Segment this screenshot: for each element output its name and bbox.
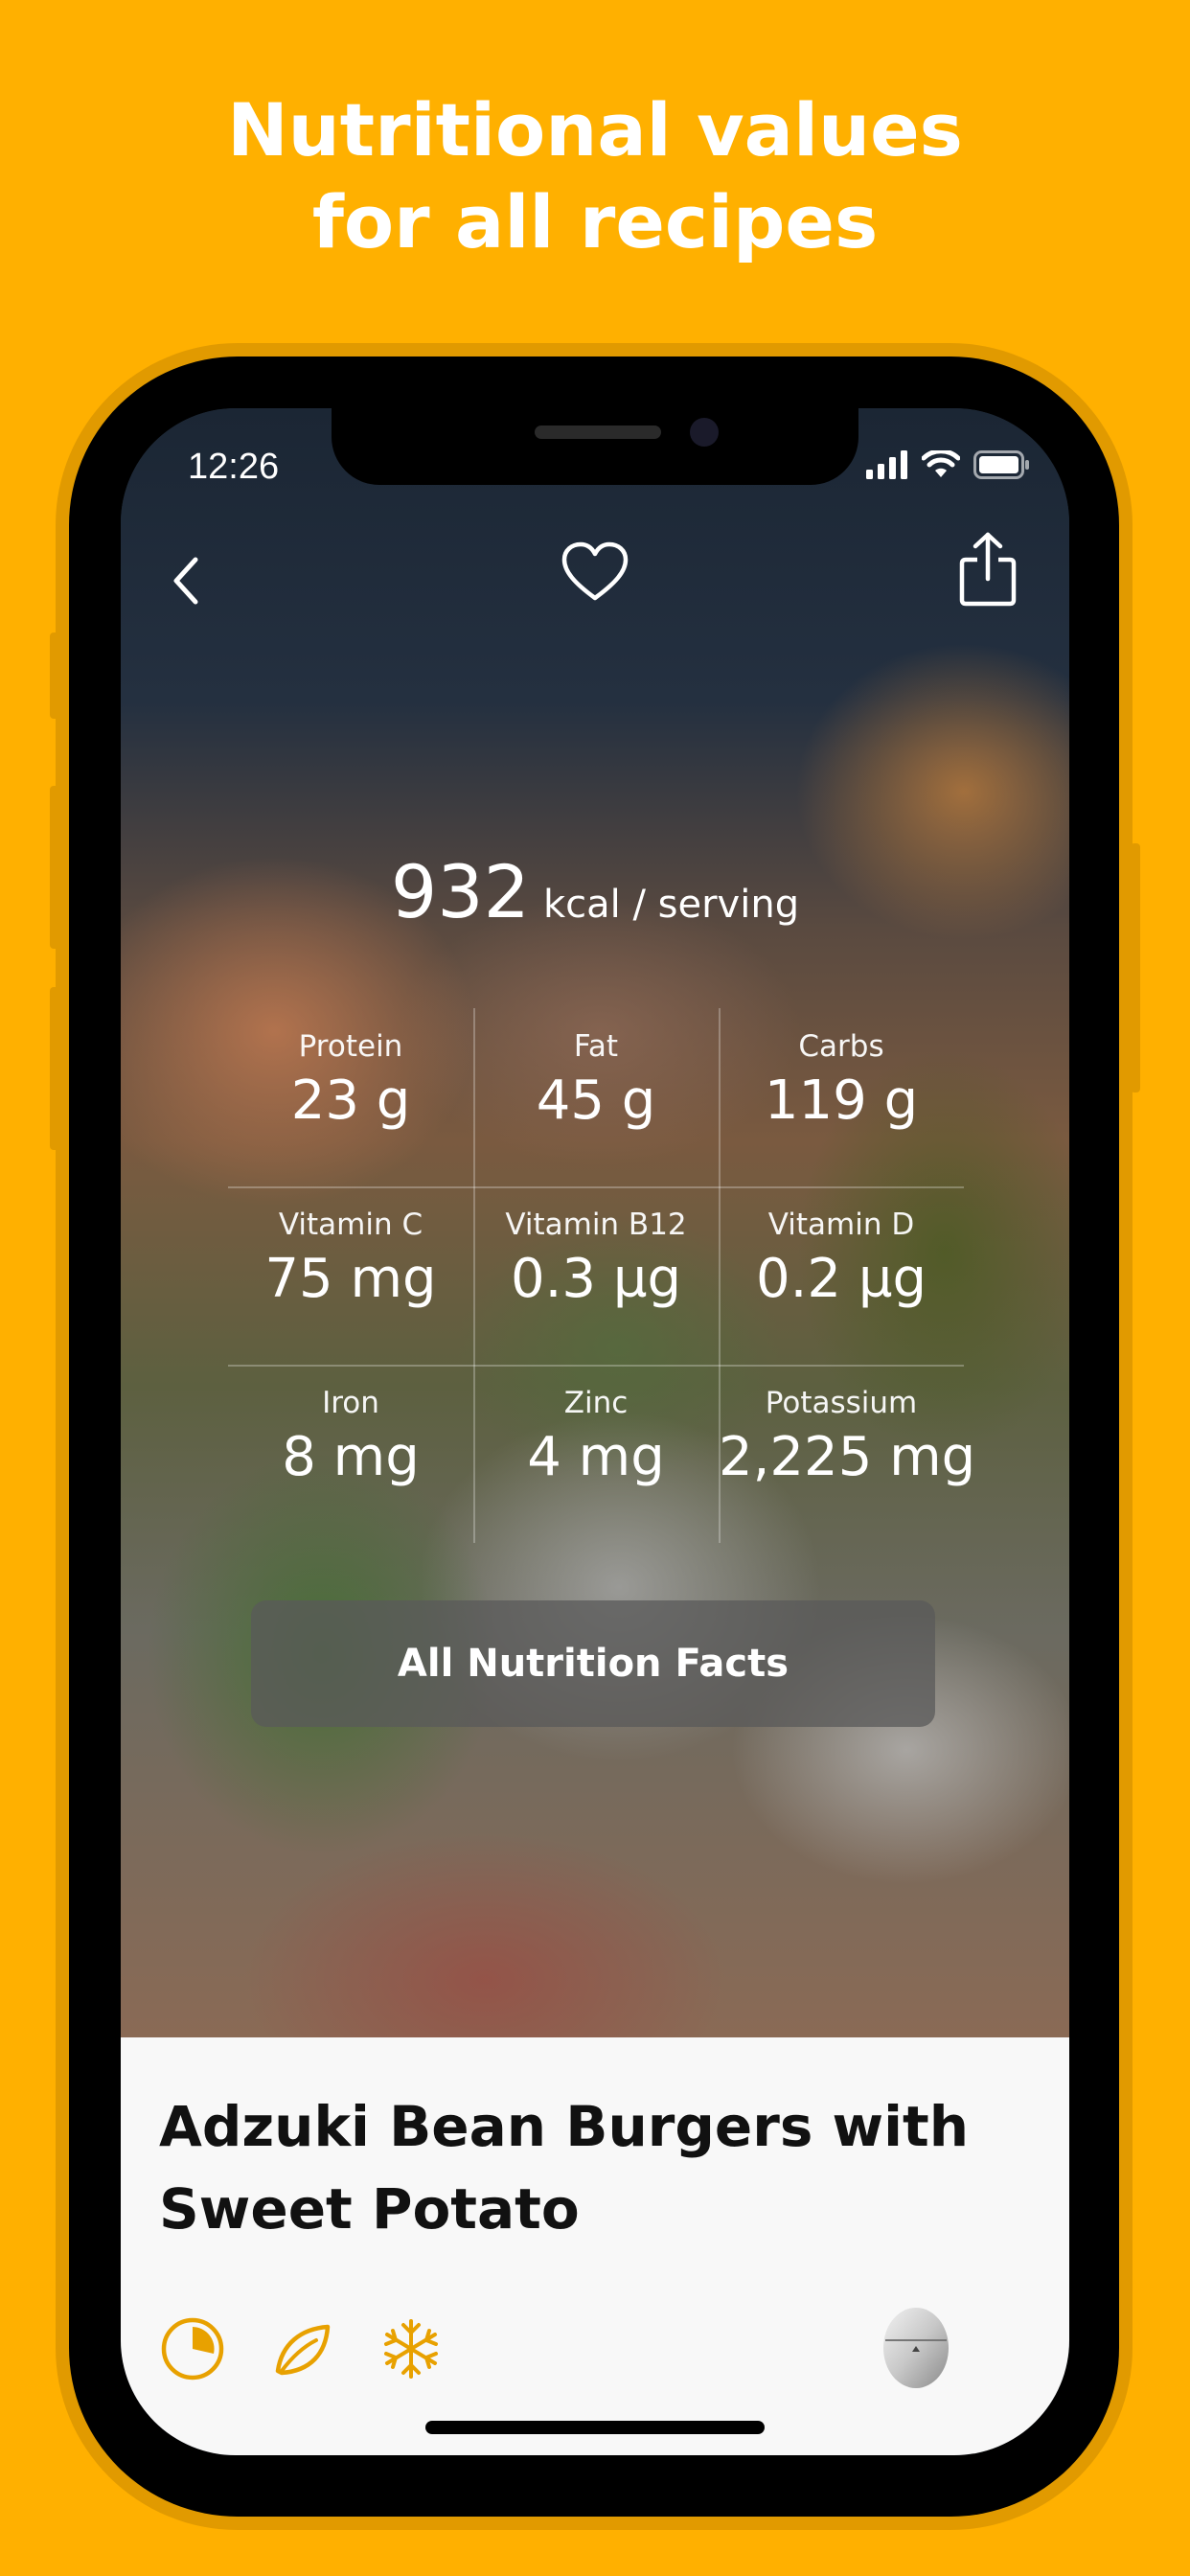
front-camera [690,418,719,447]
calories-per-serving: 932 kcal / serving [121,849,1069,934]
nutrient-label: Carbs [798,1029,884,1064]
nutrient-potassium: Potassium 2,225 mg [719,1365,976,1543]
share-icon [959,532,1017,607]
share-button[interactable] [954,529,1021,610]
nutrient-value: 2,225 mg [719,1426,976,1488]
phone-volume-down [50,987,59,1150]
nutrition-grid: Protein 23 g Fat 45 g Carbs 119 g Vitami… [228,1008,976,1543]
nutrient-label: Zinc [563,1386,629,1420]
nutrient-label: Iron [322,1386,379,1420]
headline-line-2: for all recipes [311,179,879,264]
nutrient-label: Vitamin C [278,1208,423,1242]
nutrient-protein: Protein 23 g [228,1008,473,1186]
recipe-info-panel: Adzuki Bean Burgers with Sweet Potato [121,2037,1069,2455]
phone-screen: 12:26 932 kcal / serving Protein 23 g Fa… [121,408,1069,2455]
nutrient-vitamin-c: Vitamin C 75 mg [228,1186,473,1365]
egg-timer-button[interactable] [878,2296,954,2392]
wifi-icon [922,450,960,477]
nutrient-fat: Fat 45 g [473,1008,719,1186]
back-button[interactable] [159,542,217,619]
nutrient-value: 4 mg [527,1426,665,1488]
phone-power-button [1131,843,1140,1092]
battery-icon [973,450,1029,479]
nutrient-label: Vitamin D [767,1208,915,1242]
nutrient-vitamin-d: Vitamin D 0.2 µg [719,1186,964,1365]
freezable-snowflake-icon[interactable] [378,2315,445,2382]
nutrient-value: 75 mg [264,1248,437,1310]
phone-volume-up [50,786,59,949]
nutrient-value: 8 mg [282,1426,420,1488]
recipe-title: Adzuki Bean Burgers with Sweet Potato [159,2094,970,2242]
nutrient-iron: Iron 8 mg [228,1365,473,1543]
promo-headline: Nutritional values for all recipes [0,84,1190,268]
headline-line-1: Nutritional values [227,87,963,172]
nutrient-value: 119 g [764,1070,919,1132]
status-time: 12:26 [188,447,280,487]
favorite-button[interactable] [557,535,633,611]
chevron-left-icon [173,557,198,605]
nutrient-value: 45 g [536,1070,656,1132]
status-icons [866,450,1031,479]
nutrient-label: Vitamin B12 [505,1208,687,1242]
quick-time-icon[interactable] [159,2315,226,2382]
nutrient-label: Potassium [765,1386,918,1420]
egg-timer-icon [883,2308,949,2388]
recipe-tags [159,2315,445,2382]
nutrient-label: Fat [573,1029,619,1064]
nutrient-value: 0.3 µg [510,1248,682,1310]
calories-unit: kcal / serving [542,883,800,927]
speaker-grille [535,426,661,439]
home-indicator[interactable] [425,2421,765,2434]
nutrient-value: 0.2 µg [755,1248,927,1310]
nutrient-value: 23 g [290,1070,411,1132]
all-nutrition-facts-button[interactable]: All Nutrition Facts [251,1600,935,1727]
nutrient-label: Protein [298,1029,403,1064]
phone-side-button [50,632,59,719]
vegan-leaf-icon[interactable] [268,2315,335,2382]
heart-icon [561,541,629,601]
cellular-signal-icon [866,450,907,479]
nutrient-vitamin-b12: Vitamin B12 0.3 µg [473,1186,719,1365]
nutrient-zinc: Zinc 4 mg [473,1365,719,1543]
status-bar: 12:26 [121,408,1069,523]
calories-value: 932 [390,849,530,934]
notch [332,408,858,485]
nutrient-carbs: Carbs 119 g [719,1008,964,1186]
